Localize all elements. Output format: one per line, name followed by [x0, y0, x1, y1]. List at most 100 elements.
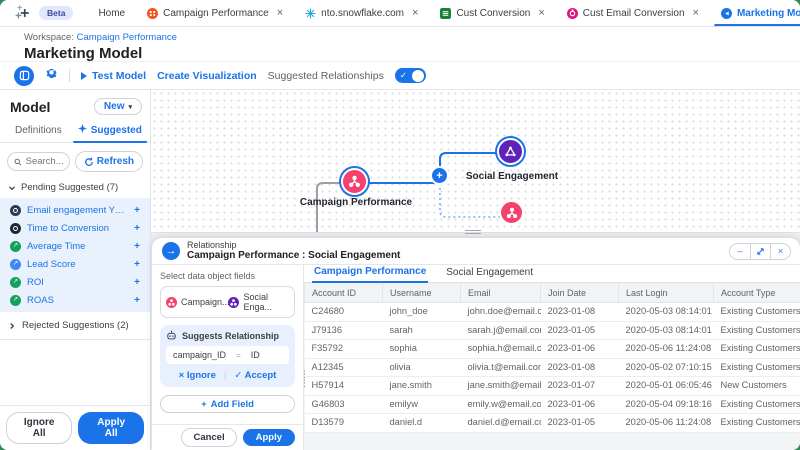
- data-tab-campaign-performance[interactable]: Campaign Performance: [312, 266, 428, 283]
- new-button[interactable]: New▾: [94, 98, 142, 115]
- toggle-knob: [412, 70, 424, 82]
- workspace-link[interactable]: Campaign Performance: [77, 32, 177, 43]
- table-cell: sophia: [383, 340, 461, 359]
- tab-cust-conversion[interactable]: Cust Conversion×: [429, 0, 555, 26]
- table-cell: john.doe@email.com: [461, 303, 541, 322]
- data-object-chips: Campaign... Social Enga...: [160, 286, 295, 318]
- tab-close-icon[interactable]: ×: [277, 7, 283, 19]
- tab-label: Marketing Model: [737, 8, 800, 19]
- column-header-join-date: Join Date: [541, 283, 619, 303]
- top-bar: Beta HomeCampaign Performance×nto.snowfl…: [0, 0, 800, 27]
- suggestion-item-roi[interactable]: ↗ROI+: [0, 273, 150, 291]
- add-suggestion-button[interactable]: +: [134, 259, 140, 270]
- divider: [69, 69, 70, 82]
- suggestion-item-email-engagement-yoy[interactable]: Email engagement YOY +: [0, 201, 150, 219]
- table-cell: A12345: [305, 358, 383, 377]
- apply-all-button[interactable]: Apply All: [78, 412, 144, 444]
- suggested-relationships-toggle[interactable]: ✓: [395, 68, 426, 83]
- node-label: Social Engagement: [466, 171, 558, 182]
- add-suggestion-button[interactable]: +: [134, 223, 140, 234]
- search-icon: [14, 157, 22, 167]
- cancel-button[interactable]: Cancel: [181, 428, 236, 447]
- suggestion-item-time-to-conversion[interactable]: Time to Conversion+: [0, 219, 150, 237]
- apply-button[interactable]: Apply: [243, 429, 295, 446]
- test-model-button[interactable]: Test Model: [81, 70, 146, 82]
- add-suggestion-button[interactable]: +: [134, 295, 140, 306]
- minimize-button[interactable]: –: [730, 244, 750, 259]
- column-header-account-type: Account Type: [714, 283, 800, 303]
- arrow-glyph: ↗: [13, 279, 18, 286]
- tab-close-icon[interactable]: ×: [693, 7, 699, 19]
- suggestion-item-average-time[interactable]: ↗Average Time+: [0, 237, 150, 255]
- table-row: A12345oliviaolivia.t@email.com2023-01-08…: [305, 358, 800, 377]
- target-icon: [10, 223, 21, 234]
- table-cell: Existing Customers: [714, 303, 800, 322]
- app-window: Beta HomeCampaign Performance×nto.snowfl…: [0, 0, 800, 450]
- node-social-engagement[interactable]: [497, 138, 524, 165]
- sidebar-tabs: DefinitionsSuggested: [0, 120, 150, 143]
- panel-resize-handle[interactable]: [465, 230, 481, 234]
- node-pending[interactable]: [499, 200, 524, 225]
- model-canvas[interactable]: Campaign Performance Social Engagement +: [151, 90, 800, 233]
- ignore-all-button[interactable]: Ignore All: [6, 412, 72, 444]
- expand-button[interactable]: [750, 244, 770, 259]
- pending-suggested-header[interactable]: Pending Suggested (7): [0, 179, 150, 198]
- field-chip-social-enga[interactable]: Social Enga...: [228, 292, 289, 312]
- add-field-button[interactable]: +Add Field: [160, 395, 295, 413]
- table-cell: jane.smith: [383, 377, 461, 396]
- suggestion-item-lead-score[interactable]: ↗Lead Score+: [0, 255, 150, 273]
- field-chip-campaign[interactable]: Campaign...: [166, 297, 220, 308]
- model-sidebar: Model New▾ DefinitionsSuggested Refresh …: [0, 90, 151, 450]
- table-cell: D13579: [305, 414, 383, 433]
- refresh-button[interactable]: Refresh: [75, 151, 143, 172]
- model-toolbar: Test Model Create Visualization Suggeste…: [0, 62, 800, 90]
- node-campaign-performance[interactable]: [341, 168, 368, 195]
- sidebar-tab-definitions[interactable]: Definitions: [8, 120, 69, 142]
- browser-tabs: HomeCampaign Performance×nto.snowflake.c…: [87, 0, 800, 26]
- table-cell: olivia.t@email.com: [461, 358, 541, 377]
- data-preview: Campaign Performance Social Engagement Ac…: [304, 265, 800, 450]
- accept-suggestion-button[interactable]: ✓ Accept: [234, 370, 276, 381]
- suggested-field-mapping[interactable]: campaign_ID = ID: [166, 346, 289, 364]
- tab-campaign-performance[interactable]: Campaign Performance×: [136, 0, 294, 26]
- tab-cust-email-conversion[interactable]: Cust Email Conversion ×: [556, 0, 710, 26]
- robot-icon: [166, 330, 177, 341]
- tab-home[interactable]: Home: [87, 0, 136, 26]
- table-row: J79136sarahsarah.j@email.com2023-01-0520…: [305, 321, 800, 340]
- ignore-suggestion-button[interactable]: × Ignore: [179, 370, 216, 381]
- model-panel-toggle-button[interactable]: [14, 66, 34, 86]
- table-cell: 2020-05-03 08:14:01: [619, 321, 714, 340]
- arrow-glyph: ↗: [13, 261, 18, 268]
- add-suggestion-button[interactable]: +: [134, 241, 140, 252]
- table-cell: 2023-01-06: [541, 340, 619, 359]
- table-cell: C24680: [305, 303, 383, 322]
- add-suggestion-button[interactable]: +: [134, 277, 140, 288]
- app-logo-icon: [14, 4, 32, 22]
- add-suggestion-button[interactable]: +: [134, 205, 140, 216]
- search-input-wrap[interactable]: [7, 152, 70, 171]
- data-table-wrap[interactable]: Account IDUsernameEmailJoin DateLast Log…: [304, 283, 800, 450]
- tab-nto-snowflake-com[interactable]: nto.snowflake.com×: [294, 0, 429, 26]
- tab-close-icon[interactable]: ×: [538, 7, 544, 19]
- data-tab-social-engagement[interactable]: Social Engagement: [444, 267, 535, 282]
- table-cell: 2023-01-06: [541, 395, 619, 414]
- column-resize-handle[interactable]: ⋮⋮: [300, 370, 309, 388]
- settings-gear-icon[interactable]: [45, 67, 58, 85]
- suggestion-label: Email engagement YOY: [27, 205, 128, 216]
- chevron-right-icon: [8, 322, 16, 330]
- suggestion-item-roas[interactable]: ↗ROAS+: [0, 291, 150, 309]
- tab-marketing-model[interactable]: Marketing Model×: [710, 0, 800, 26]
- table-cell: emily.w@email.com: [461, 395, 541, 414]
- create-visualization-button[interactable]: Create Visualization: [157, 70, 257, 82]
- tab-label: Cust Email Conversion: [583, 8, 685, 19]
- table-cell: 2023-01-08: [541, 303, 619, 322]
- rejected-suggestions-header[interactable]: Rejected Suggestions (2): [0, 312, 150, 340]
- join-node[interactable]: +: [432, 168, 447, 183]
- table-cell: 2023-01-05: [541, 321, 619, 340]
- search-input[interactable]: [26, 156, 63, 167]
- equals-operator: =: [236, 351, 241, 360]
- tab-close-icon[interactable]: ×: [412, 7, 418, 19]
- sidebar-tab-suggested[interactable]: Suggested: [71, 120, 149, 142]
- close-button[interactable]: ×: [770, 244, 790, 259]
- refresh-icon: [84, 157, 94, 167]
